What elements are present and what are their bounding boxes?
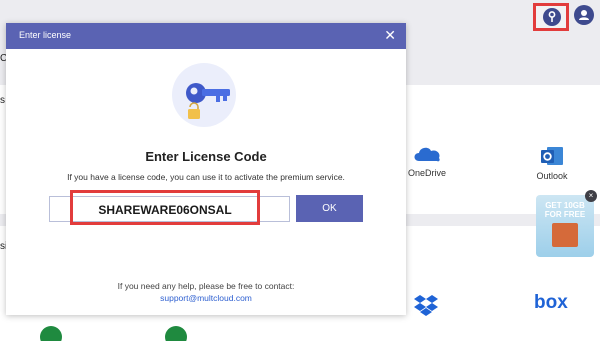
service-label: Outlook <box>536 171 568 181</box>
support-email-link[interactable]: support@multcloud.com <box>6 293 406 303</box>
help-text: If you need any help, please be free to … <box>117 281 295 291</box>
dropbox-icon <box>414 295 438 316</box>
service-onedrive[interactable]: OneDrive <box>405 142 449 178</box>
key-illustration-icon <box>172 63 236 127</box>
promo-close-button[interactable]: × <box>585 190 597 202</box>
outlook-icon <box>541 147 563 165</box>
service-outlook[interactable]: Outlook <box>530 144 574 181</box>
dialog-description: If you have a license code, you can use … <box>67 172 345 182</box>
license-dialog: Enter license ✕ Enter License Code If yo… <box>6 23 406 315</box>
ok-button[interactable]: OK <box>296 195 363 222</box>
avatar-icon[interactable] <box>574 5 594 25</box>
promo-banner[interactable]: GET 10GB FOR FREE <box>536 195 594 257</box>
service-icon[interactable] <box>40 326 62 341</box>
help-key-button[interactable] <box>533 3 569 31</box>
license-code-value[interactable]: SHAREWARE06ONSAL <box>71 203 259 217</box>
promo-text: GET 10GB FOR FREE <box>544 201 586 219</box>
dialog-header: Enter license ✕ <box>6 23 406 49</box>
gift-icon <box>552 223 578 247</box>
service-dropbox[interactable] <box>414 294 438 321</box>
service-label: OneDrive <box>407 168 446 178</box>
dialog-heading: Enter License Code <box>145 149 267 164</box>
help-icon <box>543 8 561 26</box>
onedrive-icon <box>414 147 440 162</box>
dialog-title: Enter license <box>19 30 72 40</box>
close-icon[interactable]: ✕ <box>384 27 396 43</box>
edge-text: s <box>0 95 5 106</box>
box-icon[interactable]: box <box>534 292 568 314</box>
service-icon[interactable] <box>165 326 187 341</box>
